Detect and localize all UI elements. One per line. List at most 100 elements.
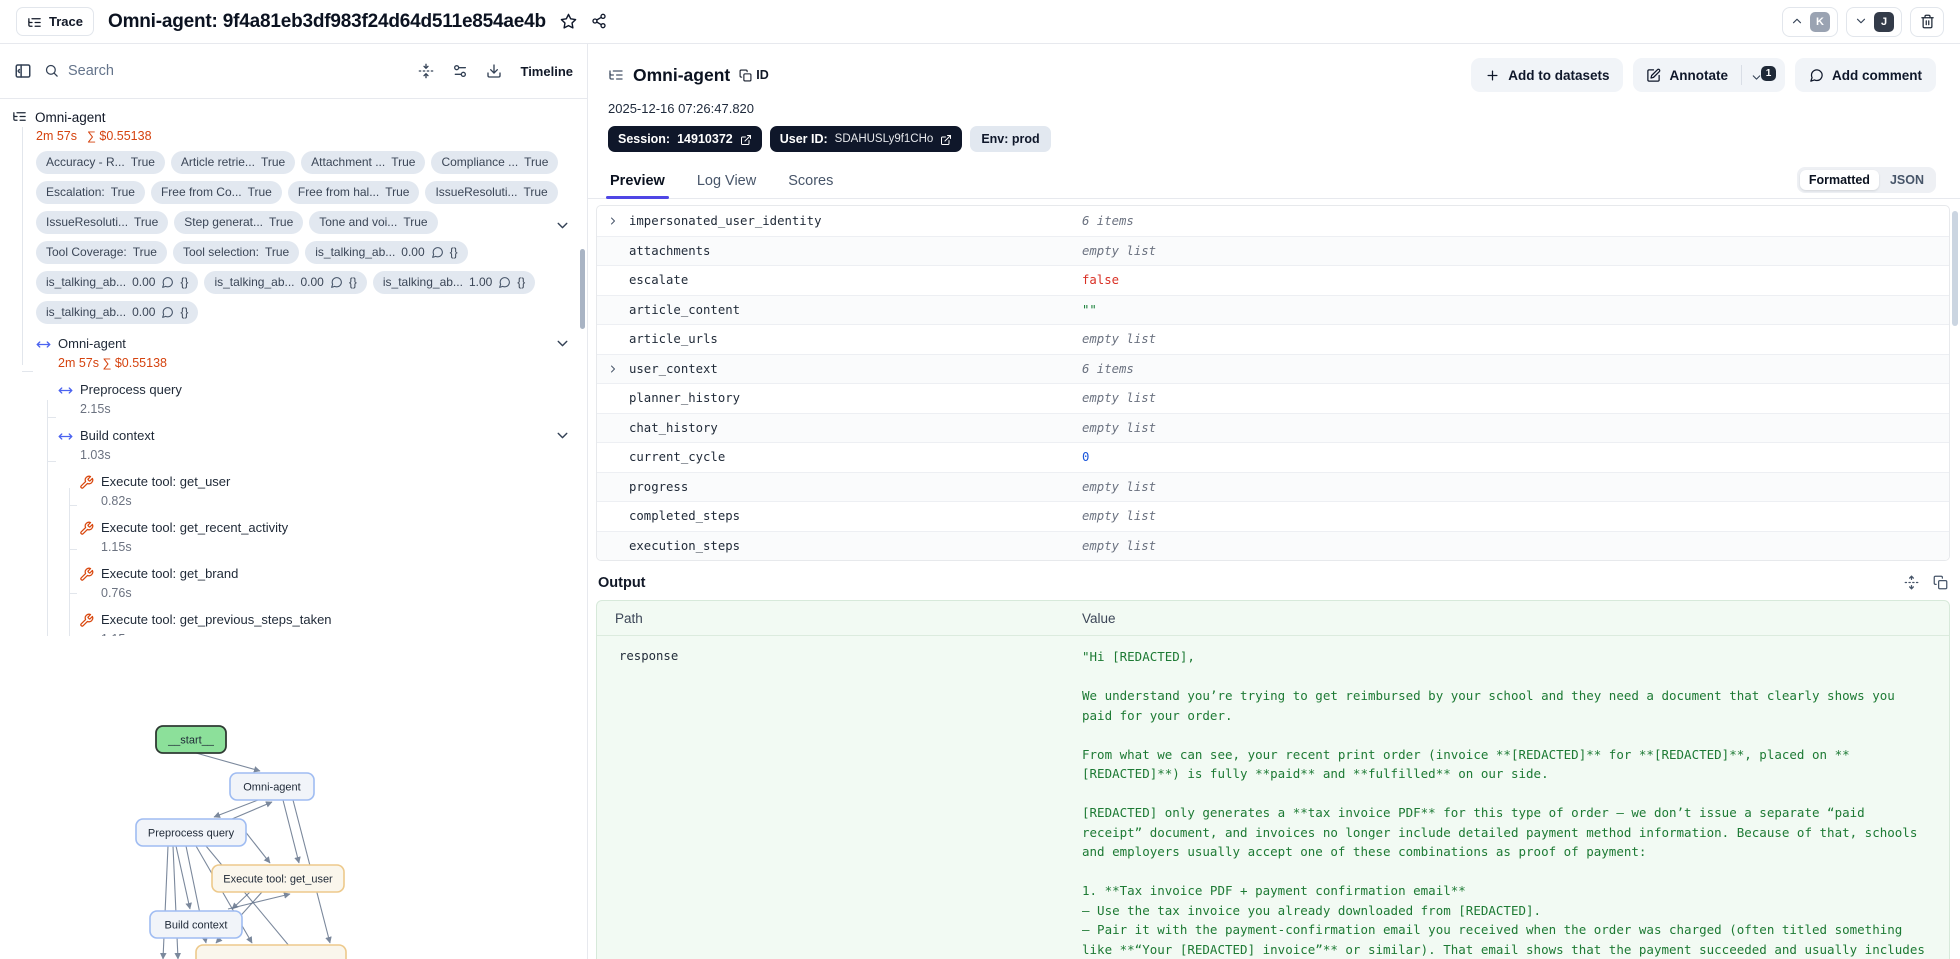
session-badge[interactable]: Session: 14910372: [608, 126, 762, 152]
output-path: response: [619, 649, 679, 663]
kv-row-user_context[interactable]: user_context 6 items: [597, 353, 1949, 383]
kv-key: escalate: [629, 273, 689, 288]
delete-trace-button[interactable]: [1910, 6, 1944, 37]
kv-key: chat_history: [629, 420, 718, 435]
span-row[interactable]: Execute tool: get_previous_steps_taken1.…: [0, 610, 587, 636]
score-badge[interactable]: Tool Coverage: True: [36, 241, 167, 264]
copy-id-button[interactable]: ID: [739, 68, 769, 82]
tree-guide-line: [47, 417, 56, 418]
chevron-down-icon[interactable]: [554, 335, 571, 353]
chevron-down-icon[interactable]: [554, 217, 571, 235]
score-badge[interactable]: is_talking_ab... 0.00 {}: [36, 301, 199, 324]
timeline-toggle[interactable]: Timeline: [520, 64, 573, 79]
collapse-panel-icon[interactable]: [14, 62, 32, 80]
chevron-right-icon[interactable]: [607, 363, 629, 375]
kv-row-current_cycle: current_cycle 0: [597, 442, 1949, 472]
graph-node-Preprocess query[interactable]: Preprocess query: [135, 818, 247, 847]
settings-icon[interactable]: [452, 62, 468, 80]
kv-row-impersonated_user_identity[interactable]: impersonated_user_identity 6 items: [597, 206, 1949, 236]
output-value: "Hi [REDACTED], We understand you’re try…: [1082, 649, 1925, 957]
score-badge[interactable]: Step generat... True: [174, 211, 304, 234]
score-badge[interactable]: is_talking_ab... 1.00 {}: [372, 271, 536, 294]
kv-row-completed_steps: completed_steps empty list: [597, 501, 1949, 531]
collapse-all-icon[interactable]: [418, 62, 434, 80]
score-badge[interactable]: Compliance ... True: [431, 151, 559, 174]
kv-value: 6 items: [1082, 213, 1134, 228]
score-badge[interactable]: Escalation: True: [36, 181, 145, 204]
chevron-down-icon: [1854, 13, 1868, 31]
copy-icon[interactable]: [1933, 574, 1948, 592]
score-badge[interactable]: Free from Co... True: [150, 181, 282, 204]
graph-node-Omni-agent[interactable]: Omni-agent: [229, 772, 315, 801]
score-badge[interactable]: Tool selection: True: [172, 241, 300, 264]
span-row[interactable]: Build context 1.03s: [0, 426, 587, 464]
user-id-badge[interactable]: User ID: SDAHUSLy9f1CHo: [769, 126, 963, 152]
share-icon[interactable]: [591, 13, 607, 31]
score-badge-label: Tool Coverage:: [46, 245, 127, 259]
score-badge[interactable]: Accuracy - R... True: [36, 151, 165, 174]
score-badge-label: Tone and voi...: [319, 215, 398, 229]
annotate-dropdown-button[interactable]: 1: [1742, 64, 1785, 87]
tab-scores[interactable]: Scores: [786, 171, 835, 198]
tree-guide-line: [69, 593, 77, 594]
score-badge[interactable]: Attachment ... True: [301, 151, 426, 174]
comment-icon: [431, 244, 444, 261]
span-row[interactable]: Omni-agent 2m 57s ∑ $0.55138: [0, 334, 587, 372]
span-row[interactable]: Execute tool: get_brand 0.76s: [0, 564, 587, 602]
preview-body: impersonated_user_identity 6 items attachm…: [588, 199, 1960, 959]
search-input[interactable]: [68, 63, 407, 79]
sidebar-scrollbar-thumb[interactable]: [580, 249, 585, 329]
tree-guide-line: [22, 371, 33, 372]
download-icon[interactable]: [486, 62, 502, 80]
score-badge[interactable]: IssueResoluti... True: [36, 211, 169, 234]
search-icon: [44, 62, 59, 80]
score-badge[interactable]: is_talking_ab... 0.00 {}: [305, 241, 468, 264]
tree-guide-line: [22, 127, 23, 365]
score-badge[interactable]: IssueResoluti... True: [425, 181, 558, 204]
tab-preview[interactable]: Preview: [606, 171, 669, 199]
score-badge-value: True: [132, 245, 157, 259]
score-badge[interactable]: is_talking_ab... 0.00 {}: [36, 271, 199, 294]
format-toggle-json[interactable]: JSON: [1881, 170, 1933, 190]
add-to-datasets-button[interactable]: Add to datasets: [1471, 58, 1624, 92]
graph-edge: [282, 799, 301, 864]
wrench-icon: [79, 474, 94, 510]
annotate-button[interactable]: Annotate: [1633, 67, 1741, 83]
trace-span-tree: Omni-agent 2m 57s ∑ $0.55138 Accuracy - …: [0, 99, 587, 636]
span-duration: 0.82s: [101, 494, 132, 508]
score-badge[interactable]: Article retrie... True: [170, 151, 296, 174]
tree-guide-line: [69, 505, 77, 506]
kv-row-chat_history: chat_history empty list: [597, 412, 1949, 442]
list-tree-icon: [608, 66, 624, 84]
preview-scrollbar-thumb[interactable]: [1952, 211, 1958, 326]
unfold-vertical-icon[interactable]: [1904, 574, 1919, 592]
graph-node-next[interactable]: [195, 944, 347, 959]
span-row[interactable]: Execute tool: get_recent_activity 1.15s: [0, 518, 587, 556]
star-icon[interactable]: [560, 13, 577, 31]
format-toggle-formatted[interactable]: Formatted: [1799, 170, 1879, 190]
score-badge-value: True: [260, 155, 286, 169]
span-row[interactable]: Preprocess query 2.15s: [0, 380, 587, 418]
score-badge[interactable]: Tone and voi... True: [309, 211, 438, 234]
graph-node-__start__[interactable]: __start__: [155, 725, 227, 754]
kv-row-article_urls: article_urls empty list: [597, 324, 1949, 354]
kv-key: progress: [629, 479, 689, 494]
trace-tree-sidebar: Timeline Omni-agent 2m 57s ∑ $0.55138 Ac…: [0, 44, 588, 959]
chevron-down-icon[interactable]: [554, 427, 571, 445]
trace-root-row[interactable]: Omni-agent: [12, 107, 587, 127]
score-badge[interactable]: is_talking_ab... 0.00 {}: [204, 271, 367, 294]
env-badge: Env: prod: [970, 126, 1051, 152]
input-kv-table: impersonated_user_identity 6 items attachm…: [596, 205, 1950, 561]
span-row[interactable]: Execute tool: get_user 0.82s: [0, 472, 587, 510]
kv-value: empty list: [1082, 391, 1157, 406]
graph-node-Execute tool: get_user[interactable]: Execute tool: get_user: [211, 864, 345, 893]
prev-trace-button[interactable]: K: [1782, 6, 1838, 37]
next-trace-button[interactable]: J: [1846, 6, 1902, 37]
tab-log-view[interactable]: Log View: [695, 171, 758, 198]
add-comment-button[interactable]: Add comment: [1794, 58, 1936, 92]
chevron-right-icon[interactable]: [607, 215, 629, 227]
score-badge[interactable]: Free from hal... True: [287, 181, 420, 204]
score-badge-label: Accuracy - R...: [46, 155, 125, 169]
score-badge-label: IssueResoluti...: [46, 215, 129, 229]
graph-node-Build context[interactable]: Build context: [149, 910, 243, 939]
